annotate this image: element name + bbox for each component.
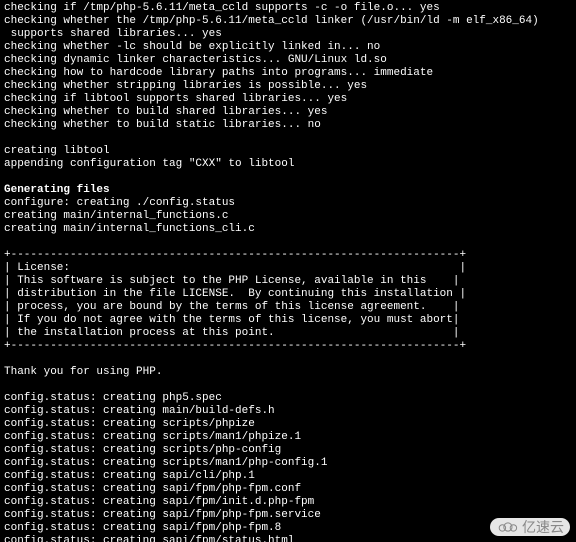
output-line: checking dynamic linker characteristics.… bbox=[4, 54, 387, 66]
license-box-border: +---------------------------------------… bbox=[4, 249, 466, 261]
output-line: config.status: creating sapi/cli/php.1 bbox=[4, 470, 255, 482]
license-box-line: | This software is subject to the PHP Li… bbox=[4, 275, 459, 287]
output-line: config.status: creating scripts/man1/php… bbox=[4, 431, 301, 443]
output-line: Thank you for using PHP. bbox=[4, 366, 162, 378]
output-line: checking whether stripping libraries is … bbox=[4, 80, 367, 92]
output-line: config.status: creating php5.spec bbox=[4, 392, 222, 404]
output-line: checking if libtool supports shared libr… bbox=[4, 93, 347, 105]
output-line: appending configuration tag "CXX" to lib… bbox=[4, 158, 294, 170]
terminal-window[interactable]: checking if /tmp/php-5.6.11/meta_ccld su… bbox=[0, 0, 576, 542]
output-line: checking whether the /tmp/php-5.6.11/met… bbox=[4, 15, 539, 27]
license-box-line: | License: | bbox=[4, 262, 466, 274]
output-line: supports shared libraries... yes bbox=[4, 28, 222, 40]
output-line: checking if /tmp/php-5.6.11/meta_ccld su… bbox=[4, 2, 440, 14]
output-line: creating libtool bbox=[4, 145, 110, 157]
license-box-line: | distribution in the file LICENSE. By c… bbox=[4, 288, 466, 300]
output-line: checking whether to build static librari… bbox=[4, 119, 321, 131]
output-line: config.status: creating sapi/fpm/php-fpm… bbox=[4, 522, 281, 534]
output-line: checking whether to build shared librari… bbox=[4, 106, 327, 118]
license-box-line: | process, you are bound by the terms of… bbox=[4, 301, 459, 313]
license-box-line: | If you do not agree with the terms of … bbox=[4, 314, 459, 326]
output-line: configure: creating ./config.status bbox=[4, 197, 235, 209]
output-line: checking how to hardcode library paths i… bbox=[4, 67, 433, 79]
output-line: config.status: creating sapi/fpm/status.… bbox=[4, 535, 294, 542]
output-line: creating main/internal_functions.c bbox=[4, 210, 228, 222]
output-line: config.status: creating scripts/man1/php… bbox=[4, 457, 327, 469]
output-line: config.status: creating sapi/fpm/php-fpm… bbox=[4, 483, 301, 495]
output-line: config.status: creating scripts/phpize bbox=[4, 418, 255, 430]
section-heading: Generating files bbox=[4, 184, 110, 196]
watermark-badge: 亿速云 bbox=[490, 518, 570, 536]
output-line: config.status: creating main/build-defs.… bbox=[4, 405, 275, 417]
output-line: config.status: creating scripts/php-conf… bbox=[4, 444, 281, 456]
cloud-icon bbox=[496, 520, 518, 534]
license-box-line: | the installation process at this point… bbox=[4, 327, 459, 339]
output-line: checking whether -lc should be explicitl… bbox=[4, 41, 380, 53]
watermark-text: 亿速云 bbox=[522, 521, 564, 534]
output-line: config.status: creating sapi/fpm/init.d.… bbox=[4, 496, 314, 508]
output-line: config.status: creating sapi/fpm/php-fpm… bbox=[4, 509, 321, 521]
license-box-border: +---------------------------------------… bbox=[4, 340, 466, 352]
output-line: creating main/internal_functions_cli.c bbox=[4, 223, 255, 235]
